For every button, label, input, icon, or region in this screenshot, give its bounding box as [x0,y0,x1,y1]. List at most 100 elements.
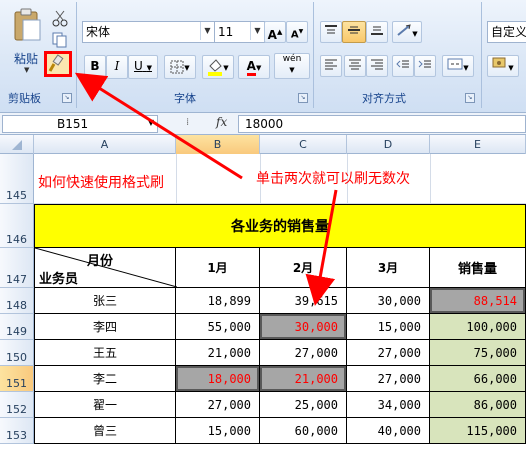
column-header-c[interactable]: C [260,135,347,154]
font-dialog-launcher[interactable]: ↘ [298,93,308,103]
column-header-a[interactable]: A [34,135,176,154]
table-cell-m3[interactable]: 27,000 [347,340,430,366]
table-cell-m1[interactable]: 18,000 [176,366,260,392]
table-cell-m3[interactable]: 15,000 [347,314,430,340]
table-cell-name[interactable]: 李四 [34,314,176,340]
row-header-148[interactable]: 148 [0,288,34,314]
align-top-button[interactable] [320,21,342,43]
borders-button[interactable]: ▼ [164,55,196,79]
table-cell-m2[interactable]: 39,615 [260,288,347,314]
column-headers: A B C D E [0,135,526,154]
shrink-font-button[interactable]: A▼ [286,21,308,43]
table-cell-m2[interactable]: 27,000 [260,340,347,366]
grow-font-button[interactable]: A▲ [264,21,286,43]
header-month-3[interactable]: 3月 [347,248,430,288]
row-header-146[interactable]: 146 [0,204,34,248]
table-cell-total[interactable]: 100,000 [430,314,526,340]
table-cell-name[interactable]: 曾三 [34,418,176,444]
row-header-150[interactable]: 150 [0,340,34,366]
accounting-format-button[interactable]: ▼ [487,55,519,77]
fill-color-button[interactable]: ▼ [202,55,234,79]
copy-button[interactable] [52,32,68,48]
increase-indent-button[interactable] [414,55,436,77]
align-right-button[interactable] [366,55,388,77]
table-cell-m3[interactable]: 27,000 [347,366,430,392]
font-size-select[interactable]: 11 ▼ [214,21,265,43]
row-header-152[interactable]: 152 [0,392,34,418]
name-box[interactable]: B151 ▼ [2,115,158,133]
table-cell-name[interactable]: 王五 [34,340,176,366]
corner-bottom-label: 业务员 [39,272,79,287]
table-cell-m2[interactable]: 60,000 [260,418,347,444]
column-header-e[interactable]: E [430,135,526,154]
paste-button[interactable]: 粘贴 ▼ [10,6,44,76]
align-left-button[interactable] [320,55,342,77]
row-header-151[interactable]: 151 [0,366,34,392]
header-corner-cell[interactable]: 月份 业务员 [34,248,177,288]
orientation-button[interactable]: ▼ [392,21,422,43]
insert-function-icon[interactable]: fx [216,115,227,129]
table-cell-m1[interactable]: 21,000 [176,340,260,366]
table-cell-name[interactable]: 翟一 [34,392,176,418]
table-cell-m2[interactable]: 25,000 [260,392,347,418]
table-cell-total[interactable]: 115,000 [430,418,526,444]
worksheet: 145 146 147 148 149 150 151 152 153 如何快速… [0,72,526,451]
table-cell-m1[interactable]: 15,000 [176,418,260,444]
font-color-button[interactable]: A▼ [238,55,270,79]
alignment-dialog-launcher[interactable]: ↘ [465,93,475,103]
table-cell-name[interactable]: 李二 [34,366,176,392]
table-cell-m1[interactable]: 18,899 [176,288,260,314]
table-cell-m1[interactable]: 27,000 [176,392,260,418]
merge-center-button[interactable]: ▼ [442,55,474,77]
phonetic-button[interactable]: wén ▼ [274,53,310,79]
table-cell-m2[interactable]: 21,000 [260,366,347,392]
table-cell-m3[interactable]: 34,000 [347,392,430,418]
decrease-indent-button[interactable] [392,55,414,77]
align-middle-button[interactable] [342,21,366,43]
header-month-1[interactable]: 1月 [176,248,260,288]
clipboard-dialog-launcher[interactable]: ↘ [62,93,72,103]
table-cell-m1[interactable]: 55,000 [176,314,260,340]
table-cell-total[interactable]: 66,000 [430,366,526,392]
align-bottom-button[interactable] [366,21,388,43]
table-cell-m3[interactable]: 30,000 [347,288,430,314]
format-painter-button[interactable] [44,51,72,77]
phonetic-glyph: wén [282,54,302,64]
paste-label: 粘贴 [14,52,39,66]
underline-button[interactable]: U ▼ [128,55,158,79]
table-cell-m3[interactable]: 40,000 [347,418,430,444]
chevron-down-icon: ▼ [24,66,30,74]
font-name-value: 宋体 [86,25,111,39]
column-header-b[interactable]: B [176,135,260,154]
merge-cells-icon [447,58,463,70]
table-cell-total[interactable]: 75,000 [430,340,526,366]
font-size-value: 11 [218,25,234,39]
row-header-149[interactable]: 149 [0,314,34,340]
table-cell-total[interactable]: 88,514 [430,288,526,314]
bold-button[interactable]: B [84,55,106,79]
font-name-select[interactable]: 宋体 ▼ [82,21,215,43]
resize-handle-icon[interactable]: ⁞ [186,117,189,128]
currency-icon [492,57,506,68]
chevron-down-icon: ▼ [184,64,190,72]
header-month-2[interactable]: 2月 [260,248,347,288]
formula-input[interactable]: 18000 [238,115,526,133]
table-cell-m2[interactable]: 30,000 [260,314,347,340]
cut-button[interactable] [52,10,68,28]
scissors-icon [52,10,68,27]
row-header-153[interactable]: 153 [0,418,34,444]
align-center-button[interactable] [344,55,366,77]
table-title[interactable]: 各业务的销售量 [34,204,526,248]
shrink-font-glyph: A [290,29,299,41]
row-header-145[interactable]: 145 [0,154,34,204]
table-cell-total[interactable]: 86,000 [430,392,526,418]
italic-button[interactable]: I [106,55,128,79]
number-format-value: 自定义 [491,25,526,39]
row-header-147[interactable]: 147 [0,248,34,288]
number-format-select[interactable]: 自定义 [487,21,526,43]
column-header-d[interactable]: D [347,135,430,154]
table-cell-name[interactable]: 张三 [34,288,176,314]
alignment-group-label: 对齐方式 [362,92,406,105]
select-all-corner[interactable] [0,135,34,154]
header-total[interactable]: 销售量 [430,248,526,288]
